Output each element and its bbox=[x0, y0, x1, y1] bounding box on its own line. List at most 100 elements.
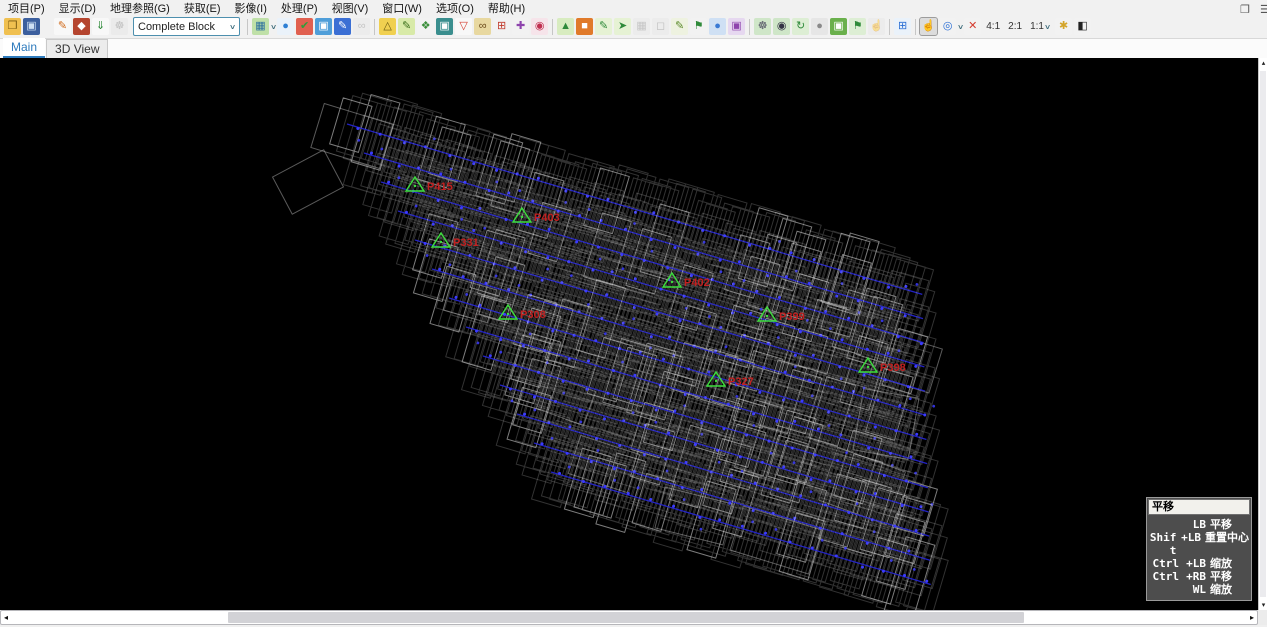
pan-shortcut-list: LB平移Shift+LB重置中心Ctrl+LB缩放Ctrl+RB平移WL缩放 bbox=[1147, 516, 1251, 600]
image-refresh-icon[interactable]: ↻ bbox=[792, 18, 809, 35]
block-view-select[interactable]: Complete Block ∨ bbox=[133, 17, 240, 36]
export-report-icon[interactable]: ⇓ bbox=[92, 18, 109, 35]
feature-flag-icon[interactable]: ⚑ bbox=[690, 18, 707, 35]
camera-view-icon[interactable]: ▣ bbox=[436, 18, 453, 35]
image-sphere-icon[interactable]: ● bbox=[811, 18, 828, 35]
image-green-icon[interactable]: ▣ bbox=[830, 18, 847, 35]
tab-3d-view[interactable]: 3D View bbox=[46, 39, 108, 58]
ortho-image-icon[interactable]: ▣ bbox=[728, 18, 745, 35]
image-eye-icon[interactable]: ◉ bbox=[773, 18, 790, 35]
shortcut-button: +LB bbox=[1179, 557, 1206, 570]
tab-main[interactable]: Main bbox=[3, 38, 45, 58]
block-wireframe-scene[interactable]: P415P403P331P402P308P399P327P398 bbox=[0, 58, 1258, 610]
viewport-3d-block[interactable]: P415P403P331P402P308P399P327P398 bbox=[0, 58, 1258, 610]
pan-tool-icon[interactable]: ☝ bbox=[920, 18, 937, 35]
shortcut-button: +LB bbox=[1176, 531, 1201, 557]
camera-red-icon[interactable]: ◉ bbox=[531, 18, 548, 35]
shortcut-row: WL缩放 bbox=[1149, 583, 1249, 596]
zoom-tool-icon[interactable]: ◎ bbox=[939, 18, 956, 35]
save-project-icon[interactable]: ▣ bbox=[23, 18, 40, 35]
shortcut-modifier: Ctrl bbox=[1149, 570, 1179, 583]
grid-table-icon: ▦ bbox=[633, 18, 650, 35]
view-tab-bar: Main3D View bbox=[0, 39, 1267, 58]
shortcut-action: 平移 bbox=[1206, 518, 1249, 531]
image-view-icon[interactable]: ▣ bbox=[315, 18, 332, 35]
control-point[interactable]: P402 bbox=[663, 273, 710, 289]
sphere-check-icon[interactable]: ✔ bbox=[296, 18, 313, 35]
toolbar-separator bbox=[889, 19, 890, 35]
main-toolbar: ❒▣✎◆⇓☸Complete Block∨▦∨●✔▣✎∞△✎❖▣▽∞⊞✚◉▲■✎… bbox=[0, 15, 1267, 39]
view-menu-button[interactable]: ☰ bbox=[1260, 3, 1267, 16]
image-footprint-outline bbox=[273, 150, 344, 214]
horizontal-scrollbar-thumb[interactable] bbox=[228, 612, 1024, 623]
dome-blue-icon[interactable]: ● bbox=[709, 18, 726, 35]
shortcut-action: 缩放 bbox=[1206, 583, 1249, 596]
chevron-down-icon: ∨ bbox=[1044, 23, 1051, 31]
control-point-label: P402 bbox=[684, 277, 710, 289]
grid-select-icon[interactable]: ⊞ bbox=[493, 18, 510, 35]
grab-hand-disabled-icon: ☝ bbox=[868, 18, 885, 35]
control-point-label: P331 bbox=[453, 237, 479, 249]
chevron-down-icon: ∨ bbox=[229, 23, 236, 31]
toolbar-separator bbox=[915, 19, 916, 35]
control-point-label: P415 bbox=[427, 181, 453, 193]
block-view-select-value: Complete Block bbox=[138, 21, 215, 33]
open-project-icon[interactable]: ❒ bbox=[4, 18, 21, 35]
shortcut-action: 缩放 bbox=[1206, 557, 1249, 570]
scroll-up-arrow-icon[interactable]: ▴ bbox=[1259, 59, 1267, 67]
brightness-star-icon[interactable]: ✱ bbox=[1055, 18, 1072, 35]
scroll-right-arrow-icon[interactable]: ▸ bbox=[1250, 611, 1254, 624]
shortcut-row: Ctrl+RB平移 bbox=[1149, 570, 1249, 583]
terrain-pen2-icon[interactable]: ✎ bbox=[671, 18, 688, 35]
edit-project-icon[interactable]: ✎ bbox=[54, 18, 71, 35]
terrain-export-icon[interactable]: ➤ bbox=[614, 18, 631, 35]
measure-pen-icon[interactable]: ✎ bbox=[334, 18, 351, 35]
zoom-2-1-button[interactable]: 2:1 bbox=[1005, 19, 1025, 34]
cube-3d-icon: ◻ bbox=[652, 18, 669, 35]
undock-view-button[interactable]: ❐ bbox=[1240, 3, 1250, 16]
zoom-1-1-button[interactable]: 1:1∨ bbox=[1027, 19, 1053, 34]
pushpin-icon[interactable]: ✚ bbox=[512, 18, 529, 35]
shortcut-button: LB bbox=[1179, 518, 1206, 531]
vertical-scrollbar-thumb[interactable] bbox=[1260, 71, 1266, 597]
chevron-down-icon: ∨ bbox=[270, 23, 277, 31]
scroll-left-arrow-icon[interactable]: ◂ bbox=[4, 611, 8, 624]
vertical-scrollbar[interactable]: ▴ ▾ bbox=[1258, 58, 1267, 610]
image-gear-icon[interactable]: ☸ bbox=[754, 18, 771, 35]
shortcut-row: Shift+LB重置中心 bbox=[1149, 531, 1249, 557]
shortcut-row: Ctrl+LB缩放 bbox=[1149, 557, 1249, 570]
zoom-extents-icon[interactable]: ✕ bbox=[964, 18, 981, 35]
control-point-label: P398 bbox=[880, 362, 906, 374]
adjustment-flask-icon[interactable]: ▽ bbox=[455, 18, 472, 35]
scroll-down-arrow-icon[interactable]: ▾ bbox=[1259, 601, 1267, 609]
tie-point-icon[interactable]: ❖ bbox=[417, 18, 434, 35]
pan-overlay-title: 平移 bbox=[1148, 499, 1250, 515]
scrollbar-corner bbox=[1258, 610, 1267, 625]
tile-windows-icon[interactable]: ⊞ bbox=[894, 18, 911, 35]
control-point-label: P399 bbox=[779, 311, 805, 323]
terrain-edit-icon[interactable]: ✎ bbox=[595, 18, 612, 35]
footprint-display-icon[interactable]: ▦ bbox=[252, 18, 269, 35]
toolbar-separator bbox=[374, 19, 375, 35]
browse-pair-icon[interactable]: ∞ bbox=[474, 18, 491, 35]
application-window: { "menu_bar": { "items": [ {"name": "men… bbox=[0, 0, 1267, 627]
shortcut-row: LB平移 bbox=[1149, 518, 1249, 531]
import-data-icon[interactable]: ◆ bbox=[73, 18, 90, 35]
shortcut-button: +RB bbox=[1179, 570, 1206, 583]
settings-gear-icon: ☸ bbox=[111, 18, 128, 35]
menu-bar: 项目(P)显示(D)地理参照(G)获取(E)影像(I)处理(P)视图(V)窗口(… bbox=[0, 0, 1267, 15]
image-flag-icon[interactable]: ⚑ bbox=[849, 18, 866, 35]
toolbar-separator bbox=[247, 19, 248, 35]
contrast-icon[interactable]: ◧ bbox=[1074, 18, 1091, 35]
shortcut-modifier: Shift bbox=[1149, 531, 1176, 557]
shortcut-action: 平移 bbox=[1206, 570, 1249, 583]
dtm-terrain-icon[interactable]: ▲ bbox=[557, 18, 574, 35]
shortcut-button: WL bbox=[1179, 583, 1206, 596]
sphere-blue-icon[interactable]: ● bbox=[277, 18, 294, 35]
ortho-block-icon[interactable]: ■ bbox=[576, 18, 593, 35]
zoom-4-1-button[interactable]: 4:1 bbox=[983, 19, 1003, 34]
image-edit-icon[interactable]: ✎ bbox=[398, 18, 415, 35]
horizontal-scrollbar[interactable]: ◂ ▸ bbox=[0, 610, 1258, 625]
toolbar-separator bbox=[749, 19, 750, 35]
gcp-editor-icon[interactable]: △ bbox=[379, 18, 396, 35]
